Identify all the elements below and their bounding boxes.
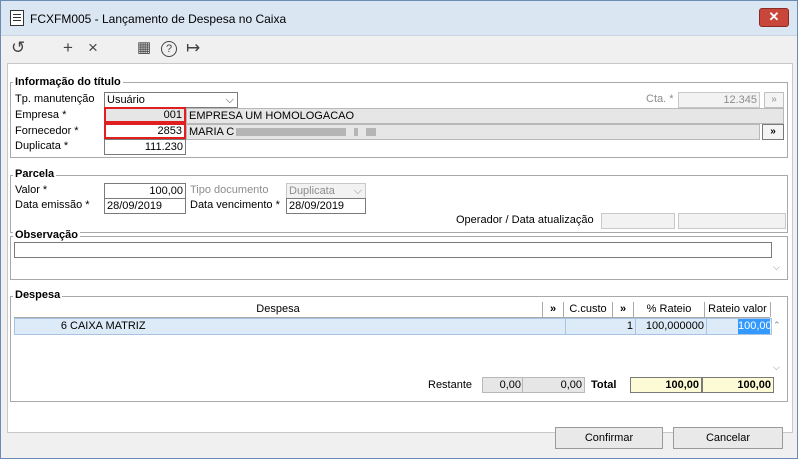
toolbar: ↺ + × ▦ ? ↦ [1, 36, 797, 62]
tipo-documento-value: Duplicata [289, 185, 335, 197]
restante-field-1: 0,00 [482, 377, 524, 393]
tipo-documento-select[interactable]: Duplicata ⌵ [286, 183, 366, 199]
restante-field-2: 0,00 [522, 377, 585, 393]
scroll-up-icon[interactable]: ⌃ [773, 320, 781, 331]
fornecedor-label: Fornecedor * [15, 125, 79, 137]
scroll-down-icon[interactable]: ⌵ [773, 362, 780, 373]
cancelar-button[interactable]: Cancelar [673, 427, 783, 449]
row-despesa: CAIXA MATRIZ [70, 320, 146, 332]
tp-manutencao-value: Usuário [107, 94, 145, 106]
main-panel: Informação do título Tp. manutenção Usuá… [7, 63, 793, 433]
app-window: FCXFM005 - Lançamento de Despesa no Caix… [0, 0, 798, 459]
fornecedor-name-text: MARIA C [189, 126, 235, 138]
add-icon[interactable]: + [63, 38, 73, 58]
row-rateio-valor-input[interactable]: 100,00 [738, 319, 772, 334]
tp-manutencao-label: Tp. manutenção [15, 93, 95, 105]
col-rateio-valor-header: Rateio valor [705, 302, 771, 317]
operador-label: Operador / Data atualização [456, 214, 594, 226]
total-label: Total [591, 379, 617, 391]
col-despesa-header: Despesa [14, 302, 543, 317]
col-rateio-pct-header: % Rateio [634, 302, 705, 317]
calendar-icon[interactable]: ▦ [137, 38, 151, 58]
empresa-name-field: EMPRESA UM HOMOLOGACAO [186, 108, 784, 124]
cta-field[interactable]: 12.345 [678, 92, 760, 108]
empresa-code-field[interactable]: 001 [104, 107, 186, 123]
col-ccusto-header: C.custo [564, 302, 613, 317]
fornecedor-code-field[interactable]: 2853 [104, 123, 186, 139]
duplicata-field[interactable]: 111.230 [104, 139, 186, 155]
close-button[interactable]: ✕ [759, 8, 789, 27]
data-atualizacao-field [678, 213, 786, 229]
tp-manutencao-select[interactable]: Usuário ⌵ [104, 92, 238, 108]
row-ccusto: 1 [626, 320, 633, 332]
help-icon[interactable]: ? [161, 41, 177, 57]
operador-field [601, 213, 675, 229]
despesa-section-title: Despesa [13, 289, 63, 301]
redacted-text [236, 128, 347, 137]
data-vencimento-label: Data vencimento * [190, 199, 280, 211]
delete-icon[interactable]: × [88, 38, 98, 58]
window-title: FCXFM005 - Lançamento de Despesa no Caix… [30, 12, 287, 26]
redacted-text [366, 128, 377, 137]
confirmar-label: Confirmar [584, 432, 634, 444]
chevron-down-icon: ⌵ [225, 94, 234, 106]
col-ccusto-more-button[interactable]: » [613, 302, 634, 317]
observacao-section-title: Observação [13, 229, 80, 241]
col-despesa-more-button[interactable]: » [543, 302, 564, 317]
valor-label: Valor * [15, 184, 48, 196]
data-emissao-field[interactable]: 28/09/2019 [104, 198, 186, 214]
total-valor-field: 100,00 [702, 377, 774, 393]
cta-more-button[interactable]: » [764, 92, 784, 108]
valor-field[interactable]: 100,00 [104, 183, 186, 199]
row-code: 6 [60, 320, 67, 332]
row-rateio-pct: 100,000000 [645, 320, 704, 332]
confirmar-button[interactable]: Confirmar [555, 427, 663, 449]
restante-label: Restante [428, 379, 473, 391]
data-emissao-label: Data emissão * [15, 199, 90, 211]
fornecedor-name-field: MARIA C [186, 124, 760, 140]
exit-icon[interactable]: ↦ [186, 38, 200, 58]
refresh-icon[interactable]: ↺ [11, 38, 25, 58]
document-icon [10, 10, 24, 26]
title-bar: FCXFM005 - Lançamento de Despesa no Caix… [1, 1, 797, 36]
cancelar-label: Cancelar [705, 432, 751, 444]
fornecedor-more-button[interactable]: » [762, 124, 784, 140]
despesa-grid-header: Despesa » C.custo » % Rateio Rateio valo… [14, 302, 771, 318]
column-divider [706, 319, 707, 334]
redacted-text [354, 128, 359, 137]
data-vencimento-field[interactable]: 28/09/2019 [286, 198, 366, 214]
cta-label: Cta. * [646, 93, 674, 105]
observacao-input[interactable] [14, 242, 772, 258]
total-pct-field: 100,00 [630, 377, 702, 393]
scroll-down-icon[interactable]: ⌵ [773, 262, 780, 273]
chevron-down-icon: ⌵ [353, 185, 362, 197]
duplicata-label: Duplicata * [15, 140, 69, 152]
empresa-label: Empresa * [15, 109, 67, 121]
parcela-section-title: Parcela [13, 168, 57, 180]
table-row[interactable]: 6 CAIXA MATRIZ 1 100,000000 100,00 [14, 318, 772, 335]
titulo-section-title: Informação do título [13, 76, 123, 88]
tipo-documento-label: Tipo documento [190, 184, 269, 196]
